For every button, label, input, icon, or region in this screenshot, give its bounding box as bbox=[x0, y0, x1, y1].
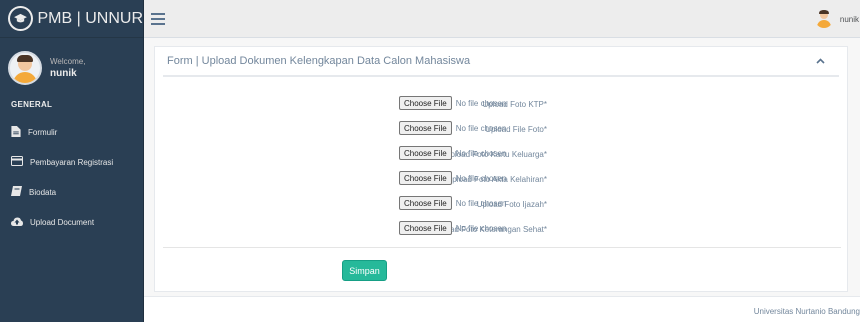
file-input-ktp[interactable]: Choose File No file chosen bbox=[399, 96, 506, 110]
cloud-upload-icon bbox=[11, 217, 30, 228]
choose-file-button[interactable]: Choose File bbox=[399, 196, 452, 210]
file-status: No file chosen bbox=[455, 173, 507, 183]
footer: Universitas Nurtanio Bandung bbox=[144, 296, 860, 322]
form-row-ktp: Upload Foto KTP* Choose File No file cho… bbox=[155, 96, 849, 116]
graduation-cap-icon bbox=[8, 6, 33, 31]
book-icon bbox=[11, 186, 29, 198]
sidebar: PMB | UNNUR Welcome, nunik GENERAL Formu… bbox=[0, 0, 144, 322]
menu-section-title: GENERAL bbox=[11, 100, 53, 109]
file-status: No file chosen bbox=[455, 123, 507, 133]
panel-title: Form | Upload Dokumen Kelengkapan Data C… bbox=[167, 55, 471, 67]
top-navbar: nunik bbox=[144, 0, 860, 38]
upload-panel: Form | Upload Dokumen Kelengkapan Data C… bbox=[154, 46, 848, 292]
choose-file-button[interactable]: Choose File bbox=[399, 121, 452, 135]
hamburger-menu-icon[interactable] bbox=[151, 12, 165, 25]
sidebar-item-pembayaran-registrasi[interactable]: Pembayaran Registrasi bbox=[0, 147, 143, 177]
file-text-icon bbox=[11, 125, 28, 139]
profile-username: nunik bbox=[50, 68, 77, 79]
footer-text: Universitas Nurtanio Bandung bbox=[753, 307, 860, 316]
form-row-akta-kelahiran: Upload Foto Akta Kelahiran* Choose File … bbox=[155, 171, 849, 191]
file-input-keterangan-sehat[interactable]: Choose File No file chosen bbox=[399, 221, 506, 235]
sidebar-item-label: Pembayaran Registrasi bbox=[30, 157, 114, 167]
user-avatar bbox=[815, 10, 833, 28]
welcome-text: Welcome, bbox=[50, 57, 86, 66]
file-input-kartu-keluarga[interactable]: Choose File No file chosen bbox=[399, 146, 506, 160]
file-input-foto[interactable]: Choose File No file chosen bbox=[399, 121, 506, 135]
form-row-ijazah: Upload Foto Ijazah* Choose File No file … bbox=[155, 196, 849, 216]
file-input-akta-kelahiran[interactable]: Choose File No file chosen bbox=[399, 171, 506, 185]
sidebar-item-formulir[interactable]: Formulir bbox=[0, 117, 143, 147]
file-status: No file chosen bbox=[455, 198, 507, 208]
user-menu[interactable]: nunik bbox=[815, 10, 859, 28]
form-row-kartu-keluarga: Upload Foto Kartu Keluarga* Choose File … bbox=[155, 146, 849, 166]
save-button[interactable]: Simpan bbox=[342, 260, 387, 281]
file-status: No file chosen bbox=[455, 223, 507, 233]
choose-file-button[interactable]: Choose File bbox=[399, 221, 452, 235]
file-status: No file chosen bbox=[455, 98, 507, 108]
sidebar-item-upload-document[interactable]: Upload Document bbox=[0, 207, 143, 237]
panel-header: Form | Upload Dokumen Kelengkapan Data C… bbox=[163, 47, 839, 77]
user-name: nunik bbox=[839, 14, 859, 24]
avatar bbox=[8, 51, 42, 85]
choose-file-button[interactable]: Choose File bbox=[399, 171, 452, 185]
brand[interactable]: PMB | UNNUR bbox=[0, 0, 143, 38]
chevron-up-icon[interactable] bbox=[816, 56, 825, 67]
credit-card-icon bbox=[11, 156, 30, 168]
choose-file-button[interactable]: Choose File bbox=[399, 96, 452, 110]
file-input-ijazah[interactable]: Choose File No file chosen bbox=[399, 196, 506, 210]
form-divider bbox=[163, 247, 841, 248]
form-row-keterangan-sehat: Upload Foto Keterangan Sehat* Choose Fil… bbox=[155, 221, 849, 241]
profile: Welcome, nunik bbox=[0, 46, 143, 90]
sidebar-item-label: Formulir bbox=[28, 127, 58, 137]
sidebar-item-label: Biodata bbox=[29, 187, 57, 197]
form-row-foto: Upload File Foto* Choose File No file ch… bbox=[155, 121, 849, 141]
choose-file-button[interactable]: Choose File bbox=[399, 146, 452, 160]
sidebar-menu: Formulir Pembayaran Registrasi Biodata U… bbox=[0, 117, 143, 237]
brand-title: PMB | UNNUR bbox=[37, 9, 144, 27]
sidebar-item-label: Upload Document bbox=[30, 217, 95, 227]
file-status: No file chosen bbox=[455, 148, 507, 158]
sidebar-item-biodata[interactable]: Biodata bbox=[0, 177, 143, 207]
